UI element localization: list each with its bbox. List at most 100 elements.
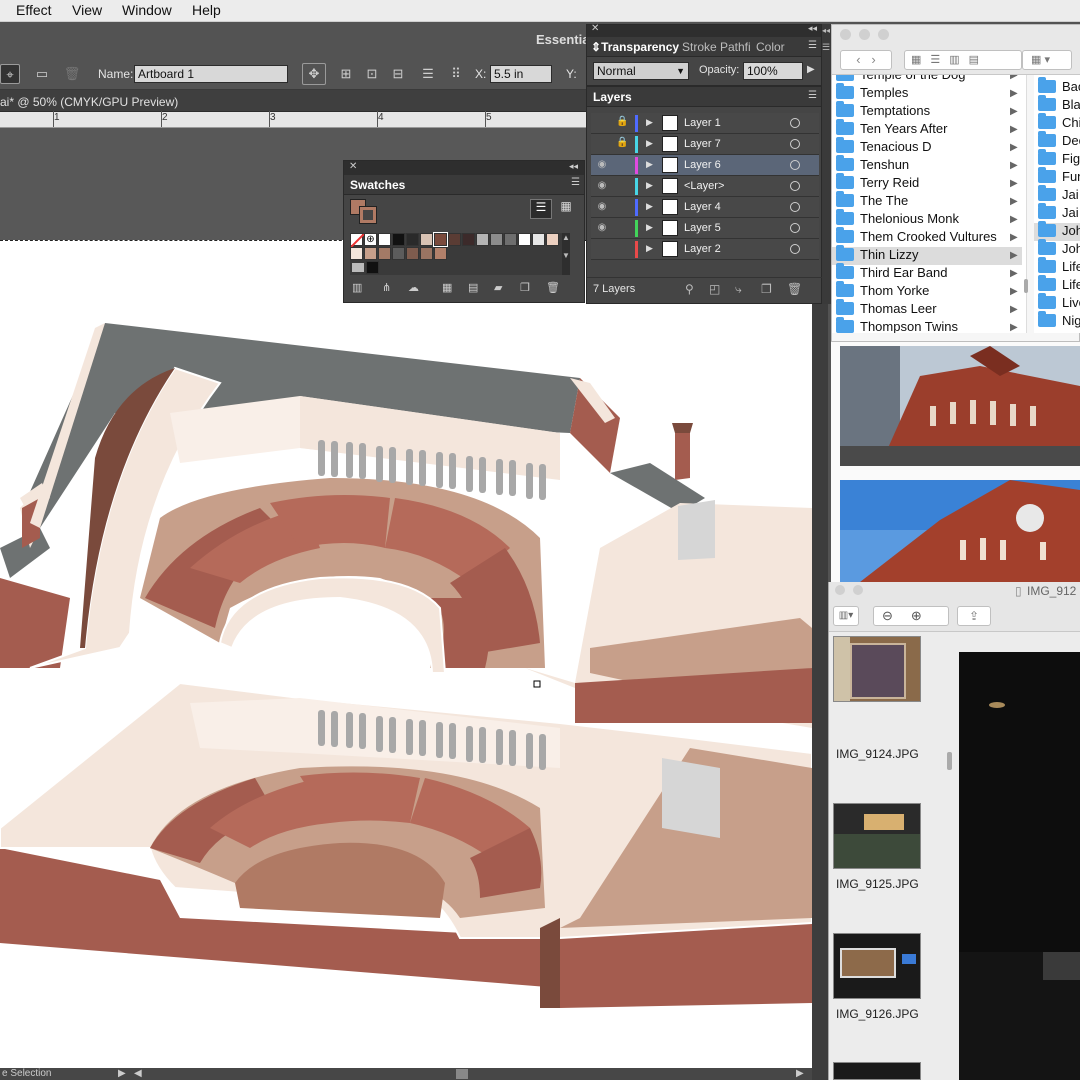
opacity-field[interactable]: 100% bbox=[743, 62, 803, 80]
layer-row[interactable]: ◉ ▶ Layer 4 bbox=[591, 197, 819, 218]
move-with-artboard-icon[interactable]: ✥ bbox=[302, 63, 326, 85]
tab-layers[interactable]: Layers bbox=[593, 90, 632, 104]
target-circle-icon[interactable] bbox=[790, 202, 800, 212]
arrange-button[interactable]: ▦ ▾ bbox=[1022, 50, 1072, 70]
show-swatch-kinds-icon[interactable]: ▦ bbox=[442, 281, 452, 294]
swatch[interactable] bbox=[546, 233, 559, 246]
blend-mode-select[interactable]: Normal ▼ bbox=[593, 62, 689, 80]
finder-item[interactable]: Thin Lizzy ▶ bbox=[832, 245, 1022, 265]
collapse-icon[interactable]: ◂◂ bbox=[822, 26, 830, 35]
swatch[interactable] bbox=[462, 233, 475, 246]
lock-icon[interactable]: 🔒 bbox=[616, 137, 628, 151]
swatch-selected[interactable] bbox=[433, 232, 448, 247]
layer-row[interactable]: ◉ ▶ Layer 6 bbox=[591, 155, 819, 176]
scroll-right-icon[interactable]: ▶ bbox=[796, 1068, 804, 1079]
window-close-button[interactable] bbox=[835, 585, 845, 595]
swatch[interactable] bbox=[518, 233, 531, 246]
layer-row[interactable]: 🔒 ▶ Layer 7 bbox=[591, 134, 819, 155]
zoom-buttons[interactable]: ⊖⊕ bbox=[873, 606, 949, 626]
x-position-field[interactable]: 5.5 in bbox=[490, 65, 552, 83]
tab-pathfinder[interactable]: Pathfi bbox=[720, 40, 751, 54]
opacity-slider-arrow-icon[interactable]: ▶ bbox=[807, 64, 815, 75]
registration-swatch[interactable]: ⊕ bbox=[364, 233, 377, 246]
panel-menu-icon[interactable]: ☰ bbox=[822, 42, 830, 53]
sidebar-toggle-button[interactable]: ▥▾ bbox=[833, 606, 859, 626]
close-icon[interactable]: ✕ bbox=[591, 23, 599, 34]
panel-menu-icon[interactable]: ☰ bbox=[808, 40, 817, 51]
swatch-black[interactable] bbox=[366, 261, 379, 274]
target-circle-icon[interactable] bbox=[790, 139, 800, 149]
swatch[interactable] bbox=[490, 233, 503, 246]
layer-name[interactable]: Layer 2 bbox=[684, 243, 721, 255]
swatch[interactable] bbox=[364, 247, 377, 260]
thumbnail-scrollbar[interactable] bbox=[947, 752, 952, 770]
finder-item[interactable]: The The ▶ bbox=[832, 191, 1022, 211]
layer-row[interactable]: 🔒 ▶ Layer 1 bbox=[591, 113, 819, 134]
document-tab[interactable]: ai* @ 50% (CMYK/GPU Preview) bbox=[0, 90, 586, 112]
swatch[interactable] bbox=[448, 233, 461, 246]
make-clipping-mask-icon[interactable]: ◰ bbox=[709, 282, 720, 296]
list-view-icon[interactable]: ☰ bbox=[530, 199, 552, 219]
share-button[interactable]: ⇪ bbox=[957, 606, 991, 626]
lock-icon[interactable]: 🔒 bbox=[616, 116, 628, 130]
lock-toggle[interactable] bbox=[616, 158, 628, 172]
photo-ryman-exterior-2[interactable] bbox=[840, 480, 1080, 582]
add-to-library-icon[interactable]: ⋔ bbox=[382, 281, 391, 294]
finder-item[interactable]: Tenshun ▶ bbox=[832, 155, 1022, 175]
target-circle-icon[interactable] bbox=[790, 160, 800, 170]
thumbnail-img-9125[interactable] bbox=[833, 803, 921, 869]
thumbnail-next[interactable] bbox=[833, 1062, 921, 1080]
finder-item[interactable]: Thomas Leer ▶ bbox=[832, 299, 1022, 319]
finder-item[interactable]: Tenacious D ▶ bbox=[832, 137, 1022, 157]
tab-transparency[interactable]: ⇕Transparency bbox=[591, 40, 679, 54]
new-swatch-icon[interactable]: ❐ bbox=[520, 281, 530, 294]
rearrange-artboards-icon[interactable]: ⠿ bbox=[446, 64, 466, 84]
delete-layer-icon[interactable]: 🗑 bbox=[787, 282, 802, 296]
swatch[interactable] bbox=[504, 233, 517, 246]
window-minimize-button[interactable] bbox=[859, 29, 870, 40]
swatch[interactable] bbox=[392, 233, 405, 246]
new-artboard-icon[interactable]: ▭ bbox=[32, 64, 52, 84]
thumbnail-img-9126[interactable] bbox=[833, 933, 921, 999]
finder-item[interactable]: Thompson Twins ▶ bbox=[832, 317, 1022, 333]
layer-row[interactable]: ◉ ▶ <Layer> bbox=[591, 176, 819, 197]
close-icon[interactable]: ✕ bbox=[349, 161, 357, 172]
finder-item[interactable]: Terry Reid ▶ bbox=[832, 173, 1022, 193]
swatch[interactable] bbox=[532, 233, 545, 246]
swatch-scrollbar[interactable]: ▲ ▼ bbox=[562, 233, 570, 275]
swatch[interactable] bbox=[476, 233, 489, 246]
finder-item[interactable]: Ten Years After ▶ bbox=[832, 119, 1022, 139]
scroll-left-icon[interactable]: ◀ bbox=[134, 1068, 142, 1079]
swatch[interactable] bbox=[378, 233, 391, 246]
panel-menu-icon[interactable]: ☰ bbox=[808, 90, 817, 101]
layer-row[interactable]: ◉ ▶ Layer 5 bbox=[591, 218, 819, 239]
stroke-swatch[interactable] bbox=[359, 206, 377, 224]
lock-toggle[interactable] bbox=[616, 179, 628, 193]
visibility-eye-icon[interactable]: ◉ bbox=[595, 180, 609, 192]
layer-row[interactable]: ▶ Layer 2 bbox=[591, 239, 819, 260]
collapse-icon[interactable]: ◂◂ bbox=[808, 23, 817, 34]
swatch-options-icon[interactable]: ▤ bbox=[468, 281, 478, 294]
finder-item[interactable]: Temptations ▶ bbox=[832, 101, 1022, 121]
artboard-name-field[interactable]: Artboard 1 bbox=[134, 65, 288, 83]
finder-item[interactable]: Temples ▶ bbox=[832, 83, 1022, 103]
expand-triangle-icon[interactable]: ▶ bbox=[646, 138, 653, 149]
menu-view[interactable]: View bbox=[72, 2, 102, 18]
expand-triangle-icon[interactable]: ▶ bbox=[646, 117, 653, 128]
layer-name[interactable]: Layer 4 bbox=[684, 201, 721, 213]
view-mode-buttons[interactable]: ▦☰▥▤ bbox=[904, 50, 1022, 70]
swatch[interactable] bbox=[392, 247, 405, 260]
cloud-icon[interactable]: ☁ bbox=[408, 281, 419, 294]
expand-triangle-icon[interactable]: ▶ bbox=[646, 222, 653, 233]
swatch[interactable] bbox=[420, 233, 433, 246]
thumbnail-img-9124[interactable] bbox=[833, 636, 921, 702]
expand-triangle-icon[interactable]: ▶ bbox=[646, 201, 653, 212]
back-forward-buttons[interactable]: ‹ › bbox=[840, 50, 892, 70]
target-circle-icon[interactable] bbox=[790, 223, 800, 233]
finder-item[interactable]: Thelonious Monk ▶ bbox=[832, 209, 1022, 229]
layer-name[interactable]: Layer 7 bbox=[684, 138, 721, 150]
swatch[interactable] bbox=[434, 247, 447, 260]
visibility-eye-icon[interactable]: ◉ bbox=[595, 201, 609, 213]
finder-item[interactable]: Them Crooked Vultures ▶ bbox=[832, 227, 1022, 247]
horizontal-ruler[interactable]: 1 2 3 4 5 bbox=[0, 111, 586, 128]
